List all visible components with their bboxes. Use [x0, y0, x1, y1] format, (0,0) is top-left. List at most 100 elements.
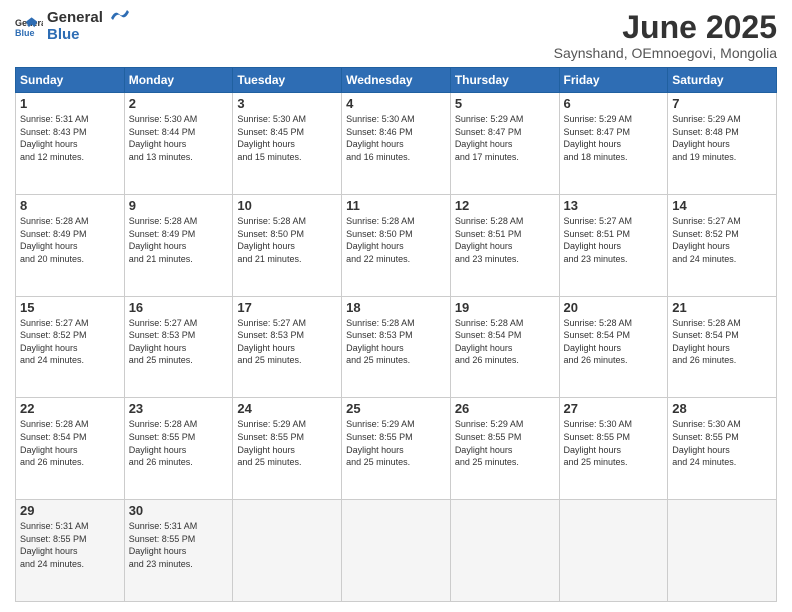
day-number: 7: [672, 96, 772, 111]
day-info: Sunrise: 5:28 AM Sunset: 8:49 PM Dayligh…: [129, 215, 229, 265]
day-number: 6: [564, 96, 664, 111]
table-row: 29 Sunrise: 5:31 AM Sunset: 8:55 PM Dayl…: [16, 500, 125, 602]
day-info: Sunrise: 5:30 AM Sunset: 8:55 PM Dayligh…: [564, 418, 664, 468]
location-title: Saynshand, OEmnoegovi, Mongolia: [554, 45, 777, 61]
table-row: 18 Sunrise: 5:28 AM Sunset: 8:53 PM Dayl…: [342, 296, 451, 398]
header-row: Sunday Monday Tuesday Wednesday Thursday…: [16, 68, 777, 93]
table-row: [342, 500, 451, 602]
logo-blue: Blue: [47, 27, 103, 44]
table-row: 1 Sunrise: 5:31 AM Sunset: 8:43 PM Dayli…: [16, 93, 125, 195]
col-thursday: Thursday: [450, 68, 559, 93]
day-number: 28: [672, 401, 772, 416]
day-number: 22: [20, 401, 120, 416]
day-number: 15: [20, 300, 120, 315]
day-number: 23: [129, 401, 229, 416]
day-number: 12: [455, 198, 555, 213]
logo-icon: General Blue: [15, 16, 43, 38]
table-row: 15 Sunrise: 5:27 AM Sunset: 8:52 PM Dayl…: [16, 296, 125, 398]
day-info: Sunrise: 5:28 AM Sunset: 8:54 PM Dayligh…: [20, 418, 120, 468]
day-number: 13: [564, 198, 664, 213]
month-title: June 2025: [554, 10, 777, 45]
table-row: 8 Sunrise: 5:28 AM Sunset: 8:49 PM Dayli…: [16, 194, 125, 296]
col-wednesday: Wednesday: [342, 68, 451, 93]
day-number: 14: [672, 198, 772, 213]
table-row: 19 Sunrise: 5:28 AM Sunset: 8:54 PM Dayl…: [450, 296, 559, 398]
day-info: Sunrise: 5:31 AM Sunset: 8:43 PM Dayligh…: [20, 113, 120, 163]
day-info: Sunrise: 5:28 AM Sunset: 8:50 PM Dayligh…: [237, 215, 337, 265]
table-row: 9 Sunrise: 5:28 AM Sunset: 8:49 PM Dayli…: [124, 194, 233, 296]
day-number: 16: [129, 300, 229, 315]
table-row: 23 Sunrise: 5:28 AM Sunset: 8:55 PM Dayl…: [124, 398, 233, 500]
col-sunday: Sunday: [16, 68, 125, 93]
day-number: 9: [129, 198, 229, 213]
day-number: 27: [564, 401, 664, 416]
table-row: 13 Sunrise: 5:27 AM Sunset: 8:51 PM Dayl…: [559, 194, 668, 296]
calendar-table: Sunday Monday Tuesday Wednesday Thursday…: [15, 67, 777, 602]
day-number: 10: [237, 198, 337, 213]
day-info: Sunrise: 5:30 AM Sunset: 8:55 PM Dayligh…: [672, 418, 772, 468]
day-info: Sunrise: 5:27 AM Sunset: 8:53 PM Dayligh…: [237, 317, 337, 367]
table-row: 21 Sunrise: 5:28 AM Sunset: 8:54 PM Dayl…: [668, 296, 777, 398]
table-row: 3 Sunrise: 5:30 AM Sunset: 8:45 PM Dayli…: [233, 93, 342, 195]
table-row: [668, 500, 777, 602]
table-row: 26 Sunrise: 5:29 AM Sunset: 8:55 PM Dayl…: [450, 398, 559, 500]
col-friday: Friday: [559, 68, 668, 93]
day-number: 3: [237, 96, 337, 111]
table-row: 2 Sunrise: 5:30 AM Sunset: 8:44 PM Dayli…: [124, 93, 233, 195]
calendar-week-5: 29 Sunrise: 5:31 AM Sunset: 8:55 PM Dayl…: [16, 500, 777, 602]
table-row: 17 Sunrise: 5:27 AM Sunset: 8:53 PM Dayl…: [233, 296, 342, 398]
day-number: 26: [455, 401, 555, 416]
header: General Blue General Blue June 2025 Sayn…: [15, 10, 777, 61]
day-info: Sunrise: 5:27 AM Sunset: 8:52 PM Dayligh…: [20, 317, 120, 367]
day-info: Sunrise: 5:29 AM Sunset: 8:47 PM Dayligh…: [455, 113, 555, 163]
table-row: [233, 500, 342, 602]
logo-general: General: [47, 10, 103, 27]
day-info: Sunrise: 5:27 AM Sunset: 8:53 PM Dayligh…: [129, 317, 229, 367]
day-number: 24: [237, 401, 337, 416]
day-number: 1: [20, 96, 120, 111]
day-info: Sunrise: 5:28 AM Sunset: 8:49 PM Dayligh…: [20, 215, 120, 265]
calendar-week-2: 8 Sunrise: 5:28 AM Sunset: 8:49 PM Dayli…: [16, 194, 777, 296]
svg-text:Blue: Blue: [15, 28, 35, 38]
table-row: [450, 500, 559, 602]
day-info: Sunrise: 5:30 AM Sunset: 8:46 PM Dayligh…: [346, 113, 446, 163]
day-number: 20: [564, 300, 664, 315]
logo-wave-icon: [109, 6, 131, 24]
day-number: 5: [455, 96, 555, 111]
logo: General Blue General Blue: [15, 10, 131, 43]
table-row: 6 Sunrise: 5:29 AM Sunset: 8:47 PM Dayli…: [559, 93, 668, 195]
col-monday: Monday: [124, 68, 233, 93]
day-number: 8: [20, 198, 120, 213]
day-number: 11: [346, 198, 446, 213]
day-number: 21: [672, 300, 772, 315]
table-row: 22 Sunrise: 5:28 AM Sunset: 8:54 PM Dayl…: [16, 398, 125, 500]
day-number: 30: [129, 503, 229, 518]
calendar-week-3: 15 Sunrise: 5:27 AM Sunset: 8:52 PM Dayl…: [16, 296, 777, 398]
day-number: 4: [346, 96, 446, 111]
day-info: Sunrise: 5:27 AM Sunset: 8:52 PM Dayligh…: [672, 215, 772, 265]
table-row: 12 Sunrise: 5:28 AM Sunset: 8:51 PM Dayl…: [450, 194, 559, 296]
day-info: Sunrise: 5:28 AM Sunset: 8:54 PM Dayligh…: [564, 317, 664, 367]
table-row: 4 Sunrise: 5:30 AM Sunset: 8:46 PM Dayli…: [342, 93, 451, 195]
table-row: 7 Sunrise: 5:29 AM Sunset: 8:48 PM Dayli…: [668, 93, 777, 195]
table-row: [559, 500, 668, 602]
day-info: Sunrise: 5:28 AM Sunset: 8:53 PM Dayligh…: [346, 317, 446, 367]
table-row: 27 Sunrise: 5:30 AM Sunset: 8:55 PM Dayl…: [559, 398, 668, 500]
day-info: Sunrise: 5:28 AM Sunset: 8:54 PM Dayligh…: [672, 317, 772, 367]
day-number: 2: [129, 96, 229, 111]
col-tuesday: Tuesday: [233, 68, 342, 93]
table-row: 14 Sunrise: 5:27 AM Sunset: 8:52 PM Dayl…: [668, 194, 777, 296]
day-info: Sunrise: 5:28 AM Sunset: 8:51 PM Dayligh…: [455, 215, 555, 265]
day-info: Sunrise: 5:29 AM Sunset: 8:55 PM Dayligh…: [346, 418, 446, 468]
day-info: Sunrise: 5:29 AM Sunset: 8:47 PM Dayligh…: [564, 113, 664, 163]
day-number: 25: [346, 401, 446, 416]
day-number: 19: [455, 300, 555, 315]
table-row: 20 Sunrise: 5:28 AM Sunset: 8:54 PM Dayl…: [559, 296, 668, 398]
day-info: Sunrise: 5:27 AM Sunset: 8:51 PM Dayligh…: [564, 215, 664, 265]
day-info: Sunrise: 5:29 AM Sunset: 8:55 PM Dayligh…: [237, 418, 337, 468]
day-info: Sunrise: 5:30 AM Sunset: 8:44 PM Dayligh…: [129, 113, 229, 163]
day-info: Sunrise: 5:28 AM Sunset: 8:55 PM Dayligh…: [129, 418, 229, 468]
day-info: Sunrise: 5:28 AM Sunset: 8:54 PM Dayligh…: [455, 317, 555, 367]
day-number: 17: [237, 300, 337, 315]
page: General Blue General Blue June 2025 Sayn…: [0, 0, 792, 612]
